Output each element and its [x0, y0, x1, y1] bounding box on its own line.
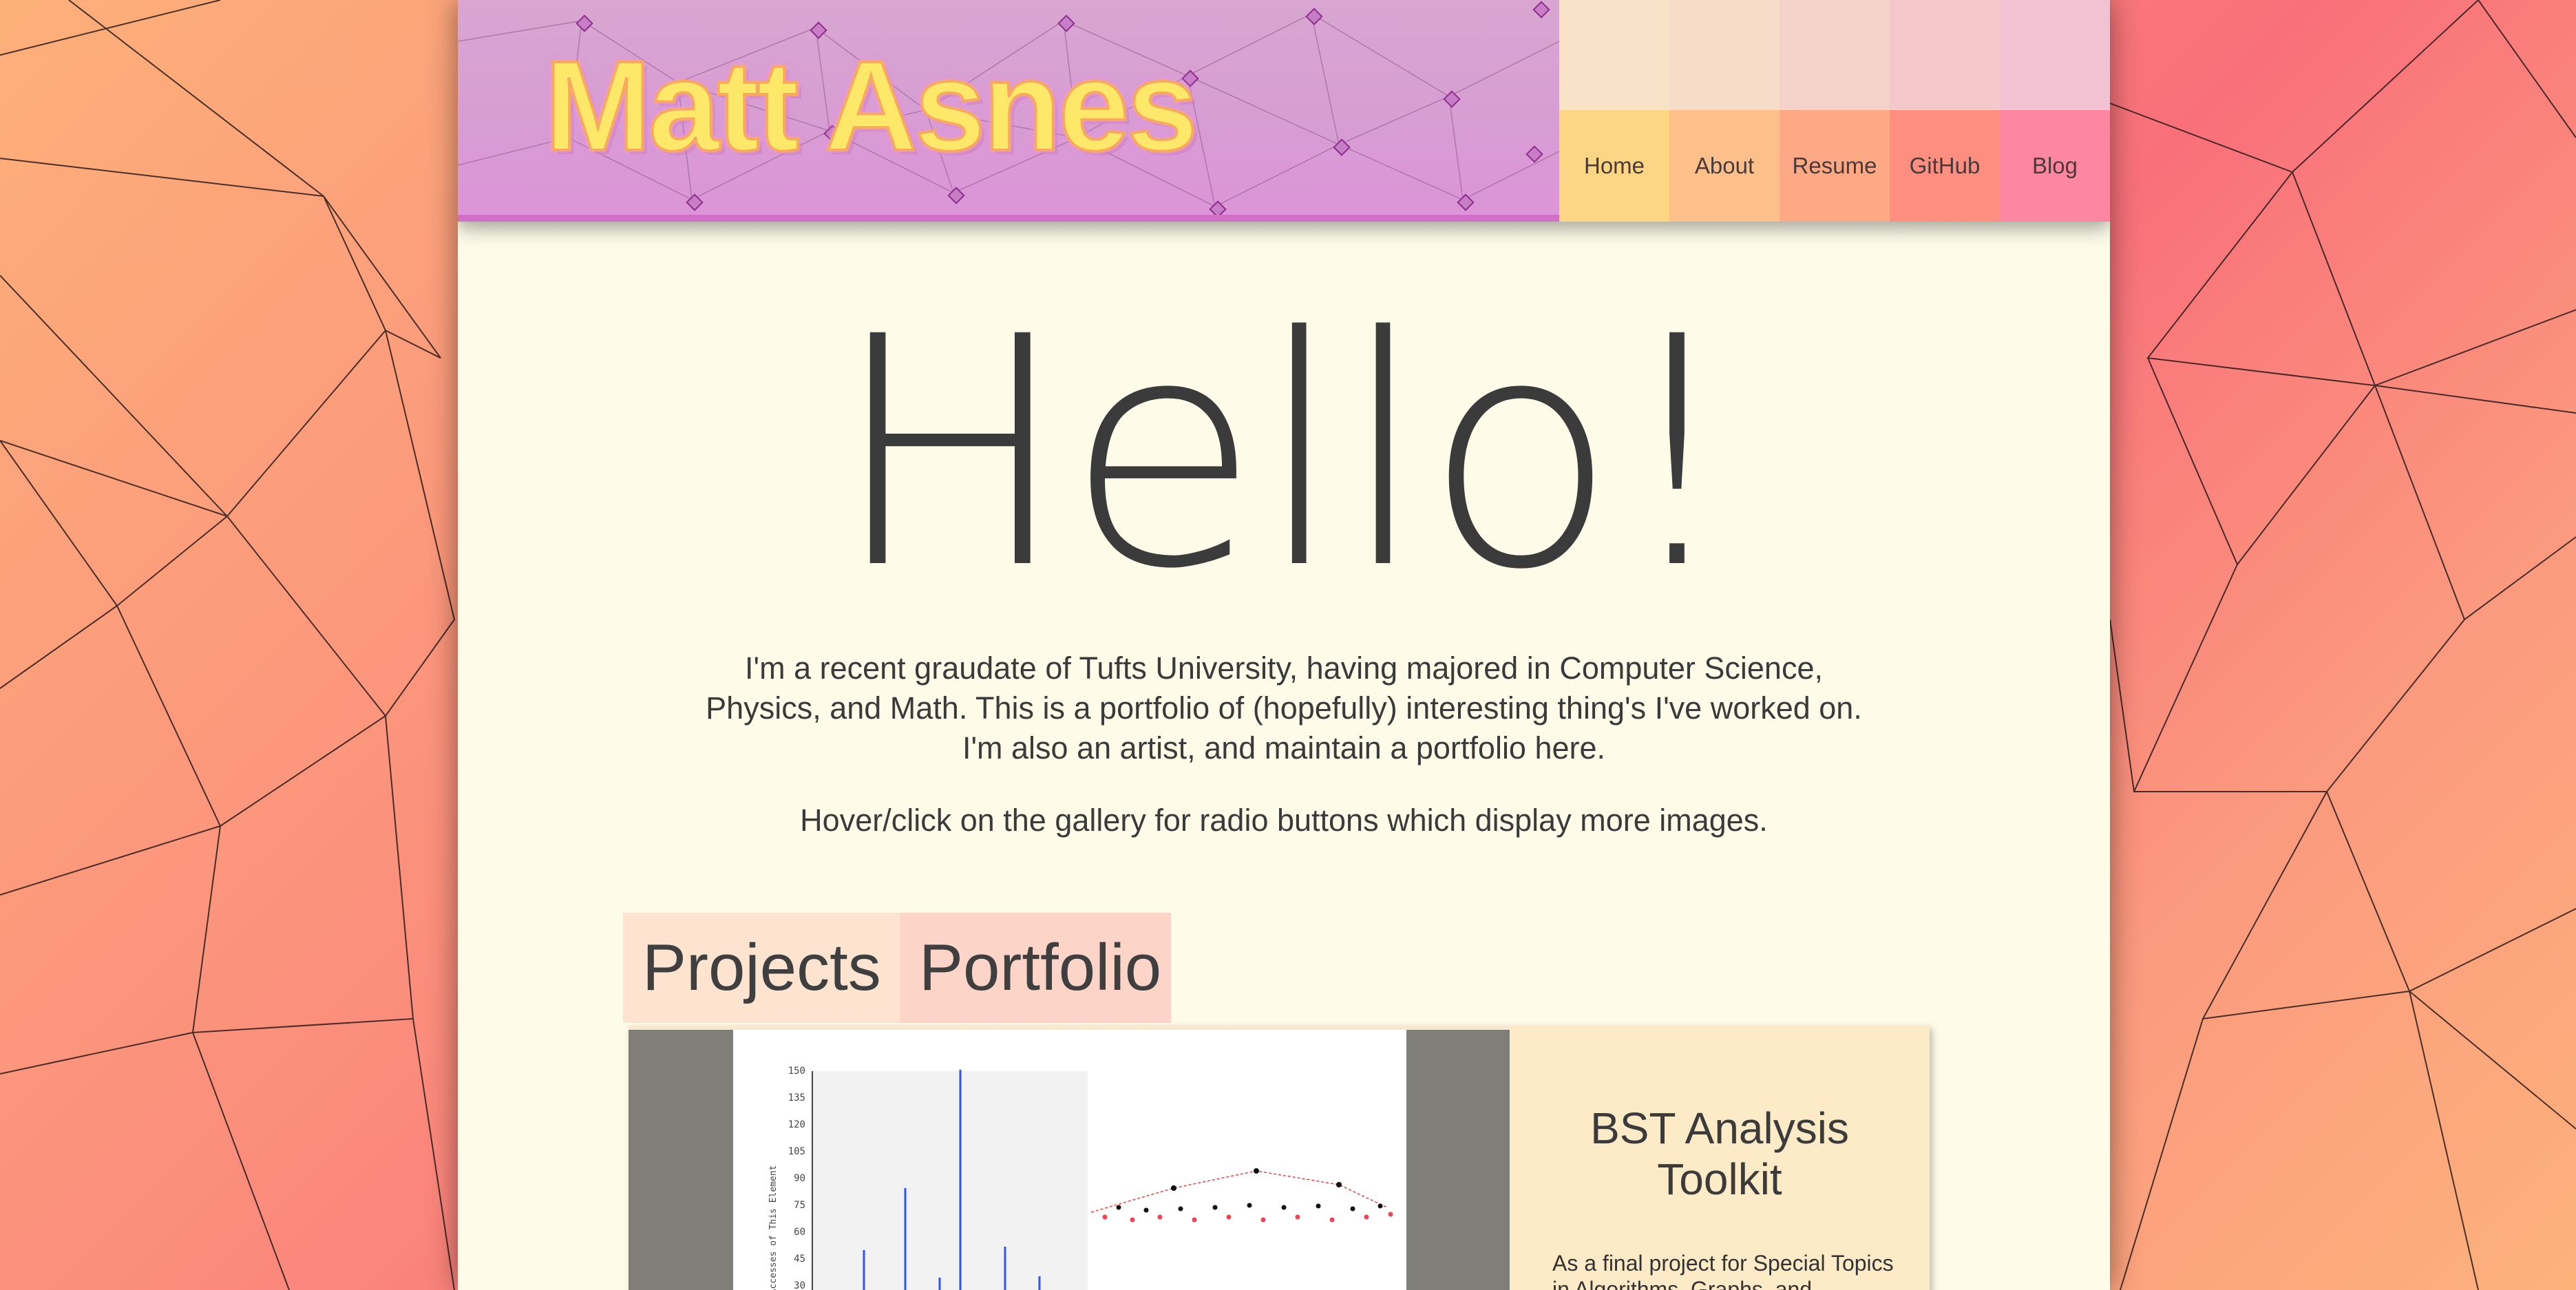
- nav-blog[interactable]: Blog: [2000, 110, 2110, 222]
- tab-portfolio[interactable]: Portfolio: [900, 913, 1171, 1023]
- project-description: As a final project for Special Topics in…: [1552, 1251, 1894, 1290]
- project-gallery[interactable]: # Accesses of This Element 150 135 120 1…: [629, 1026, 1930, 1290]
- chart-ytick: 105: [788, 1146, 805, 1157]
- project-info-panel: BST Analysis Toolkit As a final project …: [1510, 1026, 1930, 1290]
- nav-github[interactable]: GitHub: [1890, 110, 2000, 222]
- chart-ytick: 90: [794, 1173, 805, 1184]
- project-screenshot-chart: # Accesses of This Element 150 135 120 1…: [768, 1066, 1393, 1290]
- nav-resume[interactable]: Resume: [1780, 110, 1890, 222]
- chart-ylabel: # Accesses of This Element: [768, 1165, 779, 1290]
- header-banner: Matt Asnes: [458, 0, 1559, 222]
- gallery-slide[interactable]: # Accesses of This Element 150 135 120 1…: [629, 1030, 1510, 1290]
- banner-bottom-border: [458, 215, 1559, 222]
- gallery-tabs: Projects Portfolio: [623, 913, 1171, 1023]
- chart-ytick: 150: [788, 1066, 805, 1077]
- project-image: # Accesses of This Element 150 135 120 1…: [733, 1030, 1406, 1290]
- chart-ytick: 60: [794, 1227, 805, 1238]
- nav-home[interactable]: Home: [1559, 110, 1669, 222]
- chart-ytick: 120: [788, 1119, 805, 1130]
- chart-ytick: 30: [794, 1280, 805, 1290]
- chart-ytick: 75: [794, 1200, 805, 1211]
- intro-paragraph: I'm a recent graudate of Tufts Universit…: [706, 651, 1862, 765]
- main-nav: Home About Resume GitHub Blog: [1559, 110, 2110, 222]
- page-column: Matt Asnes Home About Resume GitHub Blog…: [458, 0, 2110, 1290]
- site-logo[interactable]: Matt Asnes: [543, 33, 1199, 180]
- site-header: Matt Asnes Home About Resume GitHub Blog: [458, 0, 2110, 222]
- chart-ytick: 45: [794, 1254, 805, 1265]
- nav-about[interactable]: About: [1669, 110, 1780, 222]
- chart-ytick: 135: [788, 1092, 805, 1103]
- nav-color-strip: [1559, 0, 2110, 110]
- page-heading: Hello!: [831, 270, 1740, 638]
- tab-projects[interactable]: Projects: [623, 913, 900, 1023]
- project-title: BST Analysis Toolkit: [1590, 1103, 1849, 1204]
- gallery-hint: Hover/click on the gallery for radio but…: [800, 803, 1768, 838]
